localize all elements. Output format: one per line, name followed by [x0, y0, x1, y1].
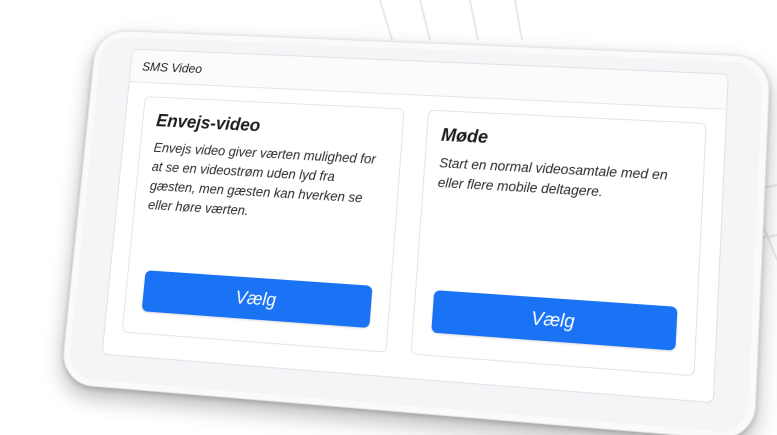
sms-video-panel: SMS Video Envejs-video Envejs video give… — [102, 49, 729, 404]
option-cards: Envejs-video Envejs video giver værten m… — [103, 82, 726, 392]
option-title: Envejs-video — [155, 111, 389, 143]
screenshot-stage: SMS Video Envejs-video Envejs video give… — [0, 0, 777, 435]
device-frame: SMS Video Envejs-video Envejs video give… — [60, 29, 771, 435]
option-card-envejs-video: Envejs-video Envejs video giver værten m… — [122, 96, 405, 353]
option-card-mode: Møde Start en normal videosamtale med en… — [410, 110, 706, 377]
option-description: Envejs video giver værten mulighed for a… — [147, 138, 387, 229]
select-envejs-video-button[interactable]: Vælg — [142, 270, 373, 328]
select-mode-button[interactable]: Vælg — [431, 290, 677, 351]
option-title: Møde — [441, 125, 691, 158]
option-description: Start en normal videosamtale med en elle… — [437, 153, 689, 207]
